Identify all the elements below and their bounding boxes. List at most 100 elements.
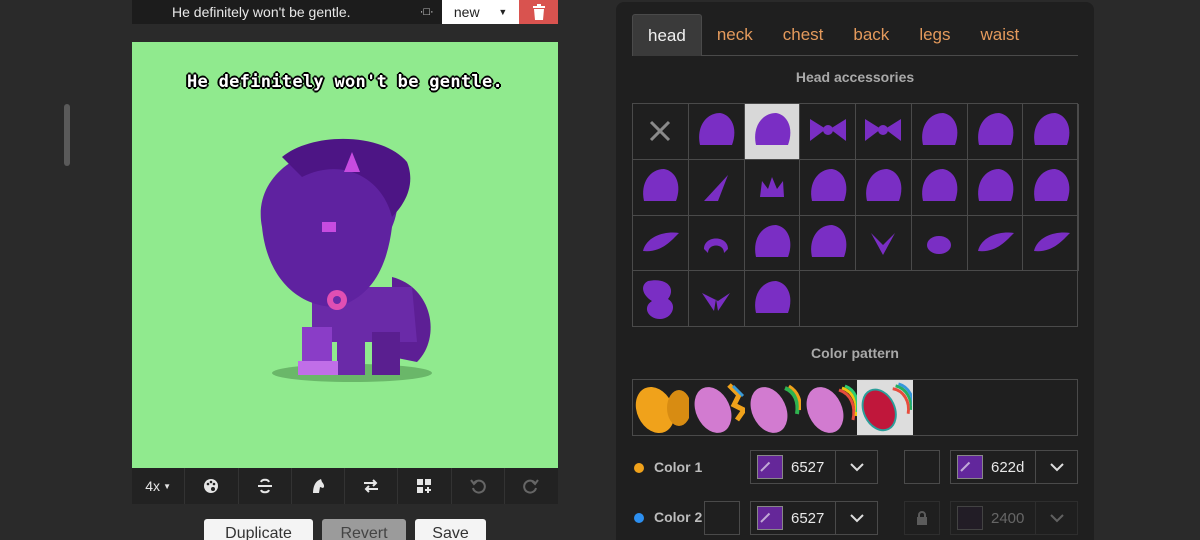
- accessory-option[interactable]: [911, 159, 968, 216]
- zoom-select[interactable]: 4x ▼: [132, 468, 186, 504]
- accessory-none-option[interactable]: [633, 104, 689, 160]
- color-1-link-toggle[interactable]: [904, 450, 940, 484]
- accessory-option[interactable]: [688, 215, 745, 272]
- tab-chest[interactable]: chest: [768, 14, 839, 56]
- mode-select[interactable]: new ▼: [441, 0, 520, 24]
- accessory-option[interactable]: [688, 104, 745, 160]
- accessory-option[interactable]: [633, 159, 689, 216]
- pattern-pink-icon: [694, 383, 745, 433]
- color-2-lock-button[interactable]: [904, 501, 940, 535]
- pattern-option[interactable]: [801, 380, 857, 435]
- feather-icon: [1033, 232, 1070, 252]
- hat-accessory-icon: [810, 224, 846, 257]
- accessory-option-selected[interactable]: [744, 104, 801, 160]
- color-2-field[interactable]: 6527: [750, 501, 878, 535]
- tab-back[interactable]: back: [838, 14, 904, 56]
- accessory-option[interactable]: [911, 215, 968, 272]
- color-1-secondary-dropdown[interactable]: [1035, 450, 1077, 484]
- pattern-option[interactable]: [745, 380, 801, 435]
- revert-button[interactable]: Revert: [322, 519, 406, 540]
- chevron-down-icon: [849, 462, 864, 471]
- delete-button[interactable]: [519, 0, 558, 24]
- hat-accessory-icon: [866, 169, 902, 202]
- accessory-option[interactable]: [744, 271, 801, 327]
- tab-neck[interactable]: neck: [702, 14, 768, 56]
- pattern-pink-stripes-icon: [806, 384, 857, 433]
- accessory-option[interactable]: [856, 215, 912, 272]
- horn-icon: [704, 175, 729, 202]
- scrollbar-thumb[interactable]: [64, 104, 70, 166]
- accessory-option[interactable]: [1023, 215, 1079, 272]
- accessory-option[interactable]: [967, 215, 1024, 272]
- save-button[interactable]: Save: [415, 519, 486, 540]
- duplicate-button[interactable]: Duplicate: [204, 519, 313, 540]
- color-1-dropdown[interactable]: [835, 450, 877, 484]
- accessory-option[interactable]: [856, 159, 912, 216]
- tab-head[interactable]: head: [632, 14, 702, 56]
- color-2-dropdown[interactable]: [835, 501, 877, 535]
- accessory-option[interactable]: [688, 159, 745, 216]
- accessory-option[interactable]: [800, 159, 856, 216]
- crown-icon: [759, 177, 784, 198]
- color-1-dot: [634, 463, 644, 473]
- bow-icon: [809, 119, 846, 142]
- cursor-icon[interactable]: ·□·: [411, 0, 442, 24]
- pony-editor: He definitely won't be gentle. ·□· new ▼…: [0, 0, 1200, 540]
- zoom-label: 4x: [145, 478, 161, 494]
- grid-plus-icon: [417, 479, 432, 493]
- accessory-option[interactable]: [633, 215, 689, 272]
- pattern-option[interactable]: [633, 380, 689, 435]
- color-row-2: Color 2 6527 2400: [632, 500, 1078, 536]
- undo-button[interactable]: [452, 468, 505, 504]
- pattern-pink-rainbow-icon: [750, 384, 801, 433]
- color-2-secondary-value: 2400: [991, 509, 1025, 527]
- accessory-option[interactable]: [744, 215, 801, 272]
- hat-accessory-icon: [699, 113, 735, 146]
- pony-canvas[interactable]: He definitely won't be gentle.: [132, 42, 558, 468]
- pattern-option-selected[interactable]: [857, 380, 913, 435]
- tab-waist[interactable]: waist: [966, 14, 1035, 56]
- hat-accessory-icon: [1033, 113, 1069, 146]
- canvas-toolbar: 4x ▼: [132, 468, 558, 504]
- grid-button[interactable]: [398, 468, 452, 504]
- color-2-toggle[interactable]: [704, 501, 740, 535]
- accessory-option[interactable]: [688, 271, 745, 327]
- caret-down-icon: ▼: [163, 481, 171, 491]
- palette-button[interactable]: [185, 468, 239, 504]
- trash-icon: [532, 4, 545, 20]
- accessory-option[interactable]: [800, 104, 856, 160]
- redo-button[interactable]: [505, 468, 558, 504]
- tiara-icon: [704, 238, 729, 253]
- feather-icon: [643, 232, 680, 252]
- curls-icon: [643, 279, 674, 319]
- accessory-option[interactable]: [967, 104, 1024, 160]
- swap-button[interactable]: [345, 468, 399, 504]
- lock-icon: [917, 511, 927, 525]
- accessory-option[interactable]: [744, 159, 801, 216]
- color-1-field[interactable]: 6527: [750, 450, 878, 484]
- hat-accessory-icon: [643, 169, 679, 202]
- color-1-secondary-value: 622d: [991, 458, 1025, 476]
- accessory-option[interactable]: [1023, 159, 1079, 216]
- pattern-option[interactable]: [689, 380, 745, 435]
- action-buttons: Duplicate Revert Save: [204, 519, 486, 540]
- tab-legs[interactable]: legs: [904, 14, 965, 56]
- color-2-secondary-dropdown[interactable]: [1035, 501, 1077, 535]
- color-2-secondary-field[interactable]: 2400: [950, 501, 1078, 535]
- leaf-icon: [871, 232, 896, 255]
- strikethrough-button[interactable]: [239, 468, 292, 504]
- color-1-secondary-field[interactable]: 622d: [950, 450, 1078, 484]
- feather-icon: [977, 232, 1014, 252]
- color-1-swatch: [757, 455, 783, 479]
- accessory-option[interactable]: [911, 104, 968, 160]
- mode-select-value: new: [453, 4, 480, 20]
- pattern-yellow-icon: [635, 386, 689, 434]
- accessory-option[interactable]: [967, 159, 1024, 216]
- accessory-option[interactable]: [856, 104, 912, 160]
- horse-button[interactable]: [292, 468, 345, 504]
- pony-preview: [260, 138, 432, 382]
- accessory-option[interactable]: [633, 271, 689, 327]
- accessory-option[interactable]: [1023, 104, 1079, 160]
- accessory-option[interactable]: [800, 215, 856, 272]
- speech-input[interactable]: He definitely won't be gentle.: [132, 0, 412, 24]
